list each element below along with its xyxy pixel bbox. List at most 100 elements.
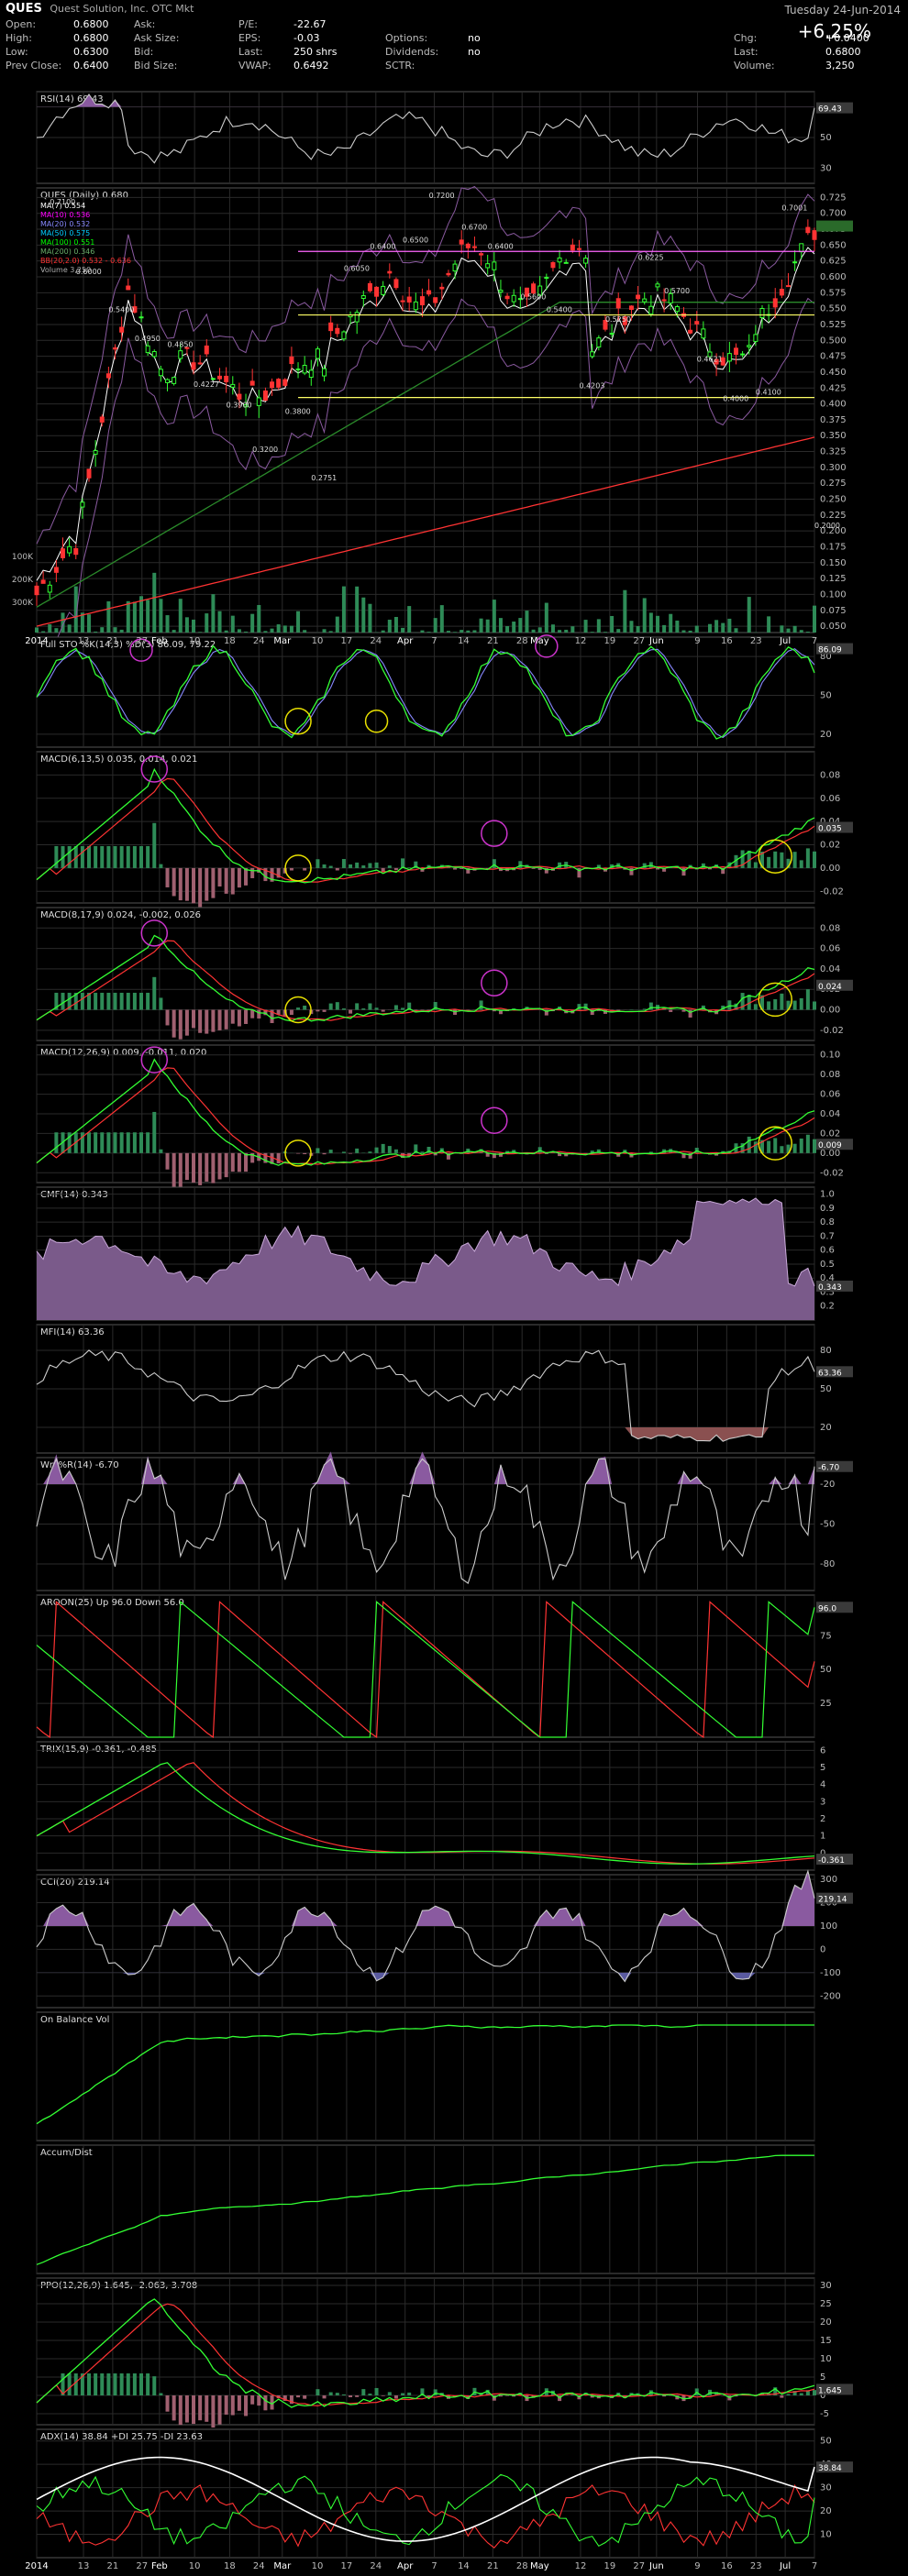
macd-histogram-bar — [113, 992, 117, 1010]
ppo-histogram-bar — [87, 2373, 92, 2395]
macd-histogram-bar — [328, 1150, 333, 1153]
volume-bar — [192, 619, 196, 633]
macd-histogram-bar — [316, 1009, 320, 1012]
y-tick-label: 0.04 — [820, 964, 840, 974]
candle-body — [393, 279, 399, 289]
y-tick-label: 50 — [820, 1384, 832, 1394]
volume-bar — [106, 600, 111, 633]
candle-body — [53, 567, 59, 573]
macd-histogram-bar — [753, 862, 758, 868]
x-axis-label: 13 — [78, 2561, 90, 2571]
volume-bar — [505, 625, 510, 633]
candle-body — [570, 244, 575, 251]
y-tick-label: 0.075 — [820, 606, 847, 616]
macd-histogram-bar — [773, 851, 778, 868]
volume-bar — [87, 614, 92, 633]
candle-body — [354, 312, 360, 323]
x-axis-label: 18 — [224, 636, 236, 646]
volume-bar — [583, 620, 588, 633]
x-axis-label: Apr — [397, 2561, 414, 2571]
y-tick-label: 0.325 — [820, 447, 847, 457]
y-tick-label: 2 — [820, 1814, 825, 1824]
candle-body — [105, 373, 111, 379]
volume-bar — [393, 616, 398, 633]
volume-bar — [799, 630, 803, 633]
ppo-histogram-bar — [316, 2389, 320, 2395]
candle-body — [237, 393, 242, 400]
macd-histogram-bar — [453, 867, 458, 870]
volume-bar — [603, 632, 607, 633]
value-tag-label: -0.361 — [818, 1856, 845, 1866]
price-annotation: 0.6400 — [488, 242, 514, 250]
macd-histogram-bar — [132, 1132, 137, 1153]
x-axis-label: 14 — [458, 2561, 470, 2571]
panel-title-ad: Accum/Dist — [40, 2148, 93, 2158]
macd-histogram-bar — [322, 1152, 327, 1155]
x-axis-label: 21 — [107, 636, 119, 646]
macd-histogram-bar — [113, 1132, 117, 1153]
candle-body — [465, 243, 471, 248]
x-axis-label: Jun — [648, 2561, 664, 2571]
volume-bar — [178, 599, 183, 633]
candle-body — [99, 416, 105, 423]
y-tick-label: 0.00 — [820, 864, 840, 874]
price-annotation: 0.6400 — [370, 242, 395, 250]
macd-histogram-bar — [799, 1138, 803, 1153]
volume-bar — [734, 628, 738, 633]
macd-histogram-bar — [165, 867, 170, 887]
macd-histogram-bar — [139, 845, 144, 868]
y-tick-label: 3 — [820, 1797, 825, 1807]
y-tick-label: 15 — [820, 2336, 832, 2346]
macd-histogram-bar — [813, 1139, 816, 1153]
ppo-histogram-bar — [303, 2395, 307, 2399]
x-axis-label: 27 — [136, 636, 148, 646]
x-axis-label: Jul — [779, 636, 791, 646]
candle-body — [47, 584, 52, 593]
y-tick-label: 0.400 — [820, 400, 847, 410]
legend-entry: MA(10) 0.536 — [40, 211, 90, 219]
macd-histogram-bar — [159, 1149, 163, 1153]
ppo-histogram-bar — [73, 2373, 78, 2395]
macd-histogram-bar — [146, 1132, 150, 1153]
macd-histogram-bar — [224, 1009, 228, 1029]
price-annotation: 0.4621 — [697, 356, 723, 364]
candle-body — [191, 362, 196, 370]
volume-bar — [250, 613, 255, 633]
volume-bar — [211, 594, 216, 633]
volume-bar — [460, 630, 464, 633]
macd-histogram-bar — [322, 1009, 327, 1012]
candle-body — [498, 290, 504, 293]
candle-body — [504, 295, 510, 300]
macd-histogram-bar — [773, 999, 778, 1010]
ppo-histogram-bar — [100, 2373, 105, 2395]
y-tick-label: 0.5 — [820, 1260, 835, 1270]
macd-histogram-bar — [303, 1005, 307, 1010]
macd-histogram-bar — [100, 1132, 105, 1153]
candle-body — [322, 368, 327, 377]
y-tick-label: 1 — [820, 1832, 825, 1842]
macd-histogram-bar — [172, 867, 176, 897]
volume-bar — [263, 631, 268, 633]
macd-histogram-bar — [198, 1009, 203, 1033]
value-tag-label: 63.36 — [818, 1369, 842, 1378]
y-tick-label: 30 — [820, 2483, 832, 2493]
macd-histogram-bar — [767, 856, 771, 868]
x-axis-label: 19 — [603, 2561, 615, 2571]
candle-body — [289, 356, 294, 365]
y-tick-label: 10 — [820, 2530, 832, 2540]
y-tick-label: 0.525 — [820, 320, 847, 330]
candle-body — [230, 383, 236, 388]
macd-histogram-bar — [192, 1152, 196, 1183]
candle-body — [413, 301, 418, 311]
macd-histogram-bar — [250, 867, 255, 878]
macd-histogram-bar — [355, 862, 360, 868]
volume-bar — [662, 624, 667, 633]
macd-histogram-bar — [629, 867, 634, 875]
ppo-histogram-bar — [146, 2373, 150, 2395]
volume-bar — [694, 625, 699, 633]
y-tick-label: 20 — [820, 1423, 832, 1433]
volume-bar — [54, 628, 59, 633]
macd-histogram-bar — [753, 1004, 758, 1010]
panel-title-trix: TRIX(15,9) -0.361, -0.485 — [39, 1745, 157, 1755]
ppo-histogram-bar — [94, 2373, 98, 2395]
